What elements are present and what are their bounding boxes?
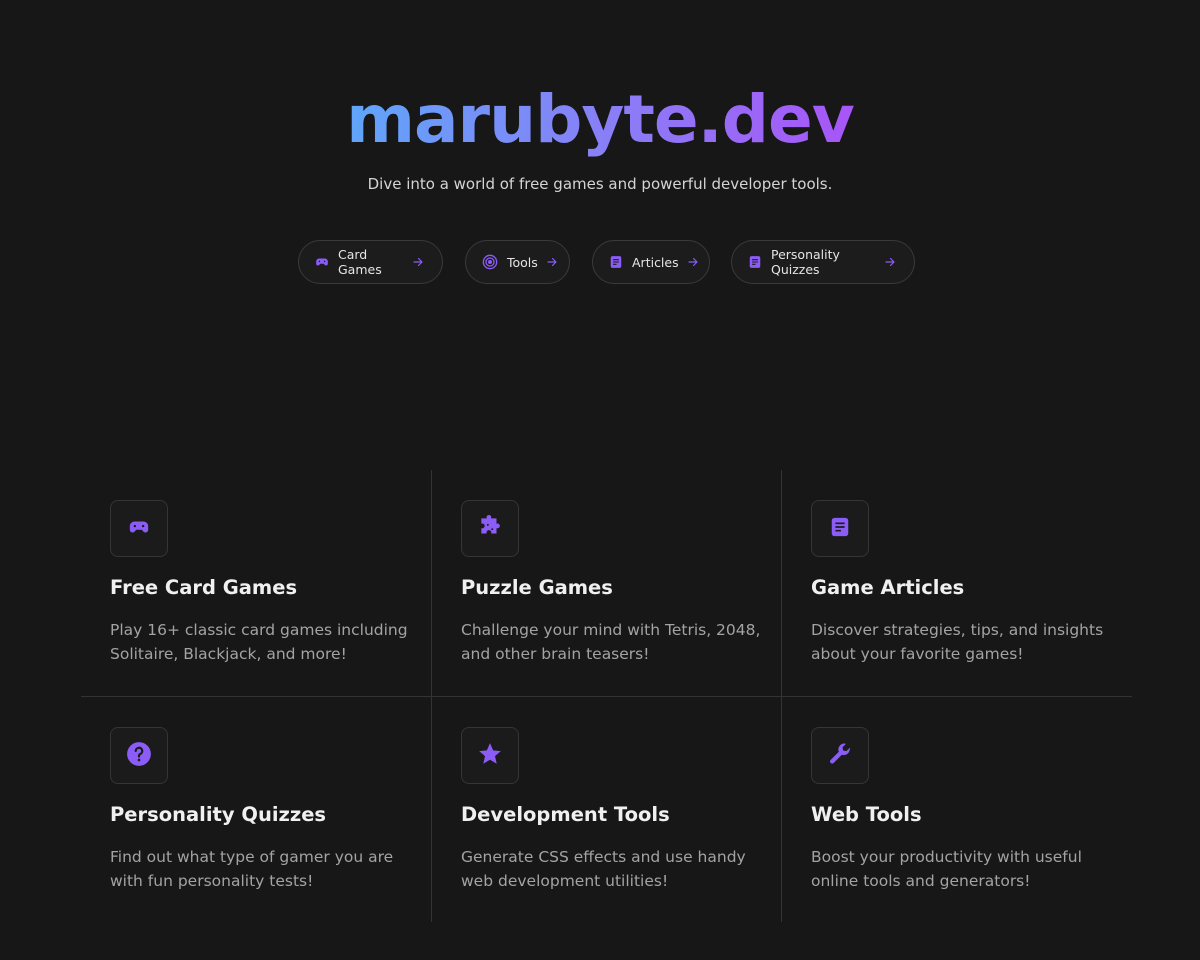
nav-pill-label: Personality Quizzes xyxy=(771,247,840,277)
quick-nav: Card Games Tools Articles Personality Qu… xyxy=(0,240,1200,284)
feature-icon-tile xyxy=(811,727,869,784)
feature-title: Game Articles xyxy=(811,576,965,599)
site-brand-text: marubyte.dev xyxy=(346,81,855,158)
nav-pill-articles[interactable]: Articles xyxy=(592,240,710,284)
feature-card-puzzle-games[interactable]: Puzzle Games Challenge your mind with Te… xyxy=(432,470,782,696)
nav-pill-card-games[interactable]: Card Games xyxy=(298,240,443,284)
feature-card-web-tools[interactable]: Web Tools Boost your productivity with u… xyxy=(782,697,1132,923)
feature-description: Challenge your mind with Tetris, 2048, a… xyxy=(461,621,761,663)
feature-title: Development Tools xyxy=(461,803,670,826)
feature-icon-tile xyxy=(461,500,519,557)
feature-icon-tile xyxy=(811,500,869,557)
target-icon xyxy=(482,254,498,270)
nav-pill-label: Tools xyxy=(507,254,538,270)
feature-description: Play 16+ classic card games including So… xyxy=(110,621,408,663)
star-icon xyxy=(477,741,503,771)
feature-icon-tile xyxy=(110,500,168,557)
feature-description: Boost your productivity with useful onli… xyxy=(811,848,1082,890)
feature-title: Web Tools xyxy=(811,803,922,826)
arrow-right-icon xyxy=(687,256,699,268)
nav-pill-label: Articles xyxy=(632,254,679,270)
arrow-right-icon xyxy=(412,256,424,268)
wrench-icon xyxy=(827,741,853,771)
puzzle-icon xyxy=(477,514,503,544)
nav-pill-tools[interactable]: Tools xyxy=(465,240,570,284)
arrow-right-icon xyxy=(546,256,558,268)
nav-pill-label: Card Games xyxy=(338,247,382,277)
feature-title: Personality Quizzes xyxy=(110,803,327,826)
feature-card-game-articles[interactable]: Game Articles Discover strategies, tips,… xyxy=(782,470,1132,696)
gamepad-icon xyxy=(128,516,150,542)
document-icon xyxy=(829,516,851,542)
feature-icon-tile xyxy=(110,727,168,784)
site-tagline: Dive into a world of free games and powe… xyxy=(367,175,833,193)
site-brand: marubyte.dev xyxy=(0,80,1200,160)
feature-title: Puzzle Games xyxy=(461,576,613,599)
nav-pill-personality-quizzes[interactable]: Personality Quizzes xyxy=(731,240,915,284)
feature-description: Discover strategies, tips, and insights … xyxy=(811,621,1104,663)
question-icon xyxy=(126,741,152,771)
feature-icon-tile xyxy=(461,727,519,784)
feature-card-personality-quizzes[interactable]: Personality Quizzes Find out what type o… xyxy=(81,697,431,923)
document-icon xyxy=(748,254,762,270)
gamepad-icon xyxy=(315,254,329,270)
document-icon xyxy=(609,254,623,270)
feature-description: Generate CSS effects and use handy web d… xyxy=(461,848,746,890)
arrow-right-icon xyxy=(884,256,896,268)
feature-card-development-tools[interactable]: Development Tools Generate CSS effects a… xyxy=(432,697,782,923)
feature-card-free-card-games[interactable]: Free Card Games Play 16+ classic card ga… xyxy=(81,470,431,696)
feature-description: Find out what type of gamer you are with… xyxy=(110,848,394,890)
feature-grid: Free Card Games Play 16+ classic card ga… xyxy=(81,470,1132,922)
feature-title: Free Card Games xyxy=(110,576,298,599)
